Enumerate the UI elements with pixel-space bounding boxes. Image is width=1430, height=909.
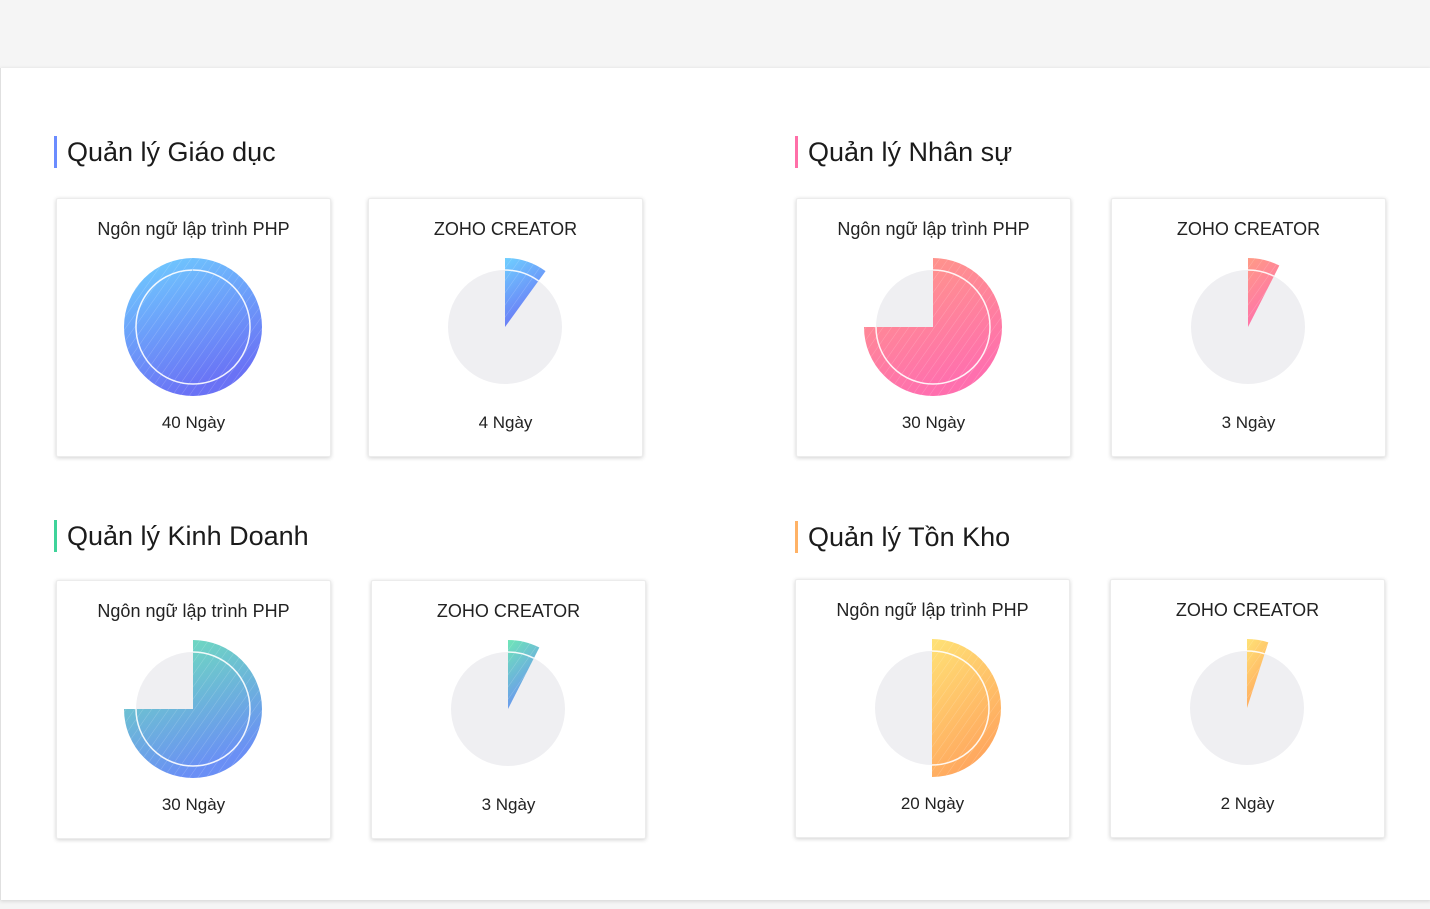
card-days-value: 2 Ngày [1220, 794, 1275, 813]
progress-pie-chart [1190, 639, 1304, 765]
card-days-value: 3 Ngày [1221, 413, 1276, 432]
course-card-zoho[interactable]: ZOHO CREATOR 3 Ngày [1111, 198, 1386, 457]
card-days-value: 30 Ngày [901, 413, 966, 432]
progress-pie-chart [451, 640, 565, 766]
card-days-value: 40 Ngày [161, 413, 226, 432]
card-days-value: 3 Ngày [481, 795, 536, 814]
card-title: ZOHO CREATOR [436, 601, 581, 621]
progress-sector-hatch [864, 258, 1002, 396]
card-days-value: 20 Ngày [900, 794, 965, 813]
section-title: Quản lý Giáo dục [54, 136, 276, 168]
main-panel: Quản lý Giáo dục Ngôn ngữ lập trình PHP … [0, 68, 1430, 900]
card-days-value: 4 Ngày [478, 413, 533, 432]
progress-pie-chart [864, 258, 1002, 396]
section-title: Quản lý Kinh Doanh [54, 520, 309, 552]
card-title: Ngôn ngữ lập trình PHP [97, 601, 290, 621]
progress-pie-chart [124, 258, 262, 396]
card-title: Ngôn ngữ lập trình PHP [97, 219, 290, 239]
course-card-php[interactable]: Ngôn ngữ lập trình PHP 30 Ngày [56, 580, 331, 839]
course-card-php[interactable]: Ngôn ngữ lập trình PHP 30 Ngày [796, 198, 1071, 457]
card-days-value: 30 Ngày [161, 795, 226, 814]
section-title: Quản lý Tồn Kho [795, 521, 1010, 553]
card-title: Ngôn ngữ lập trình PHP [837, 219, 1030, 239]
course-card-zoho[interactable]: ZOHO CREATOR 3 Ngày [371, 580, 646, 839]
card-title: ZOHO CREATOR [1176, 219, 1321, 239]
progress-sector-hatch [124, 640, 262, 778]
progress-pie-chart [1191, 258, 1305, 384]
course-card-php[interactable]: Ngôn ngữ lập trình PHP 20 Ngày [795, 579, 1070, 838]
progress-pie-chart [124, 640, 262, 778]
course-card-php[interactable]: Ngôn ngữ lập trình PHP 40 Ngày [56, 198, 331, 457]
course-card-zoho[interactable]: ZOHO CREATOR 4 Ngày [368, 198, 643, 457]
progress-pie-chart [448, 258, 562, 384]
section-title: Quản lý Nhân sự [795, 136, 1012, 168]
card-title: ZOHO CREATOR [433, 219, 578, 239]
progress-sector-hatch [932, 639, 1001, 777]
progress-sector-hatch [124, 258, 262, 396]
card-title: ZOHO CREATOR [1175, 600, 1320, 620]
progress-pie-chart [875, 639, 1001, 777]
course-card-zoho[interactable]: ZOHO CREATOR 2 Ngày [1110, 579, 1385, 838]
card-title: Ngôn ngữ lập trình PHP [836, 600, 1029, 620]
